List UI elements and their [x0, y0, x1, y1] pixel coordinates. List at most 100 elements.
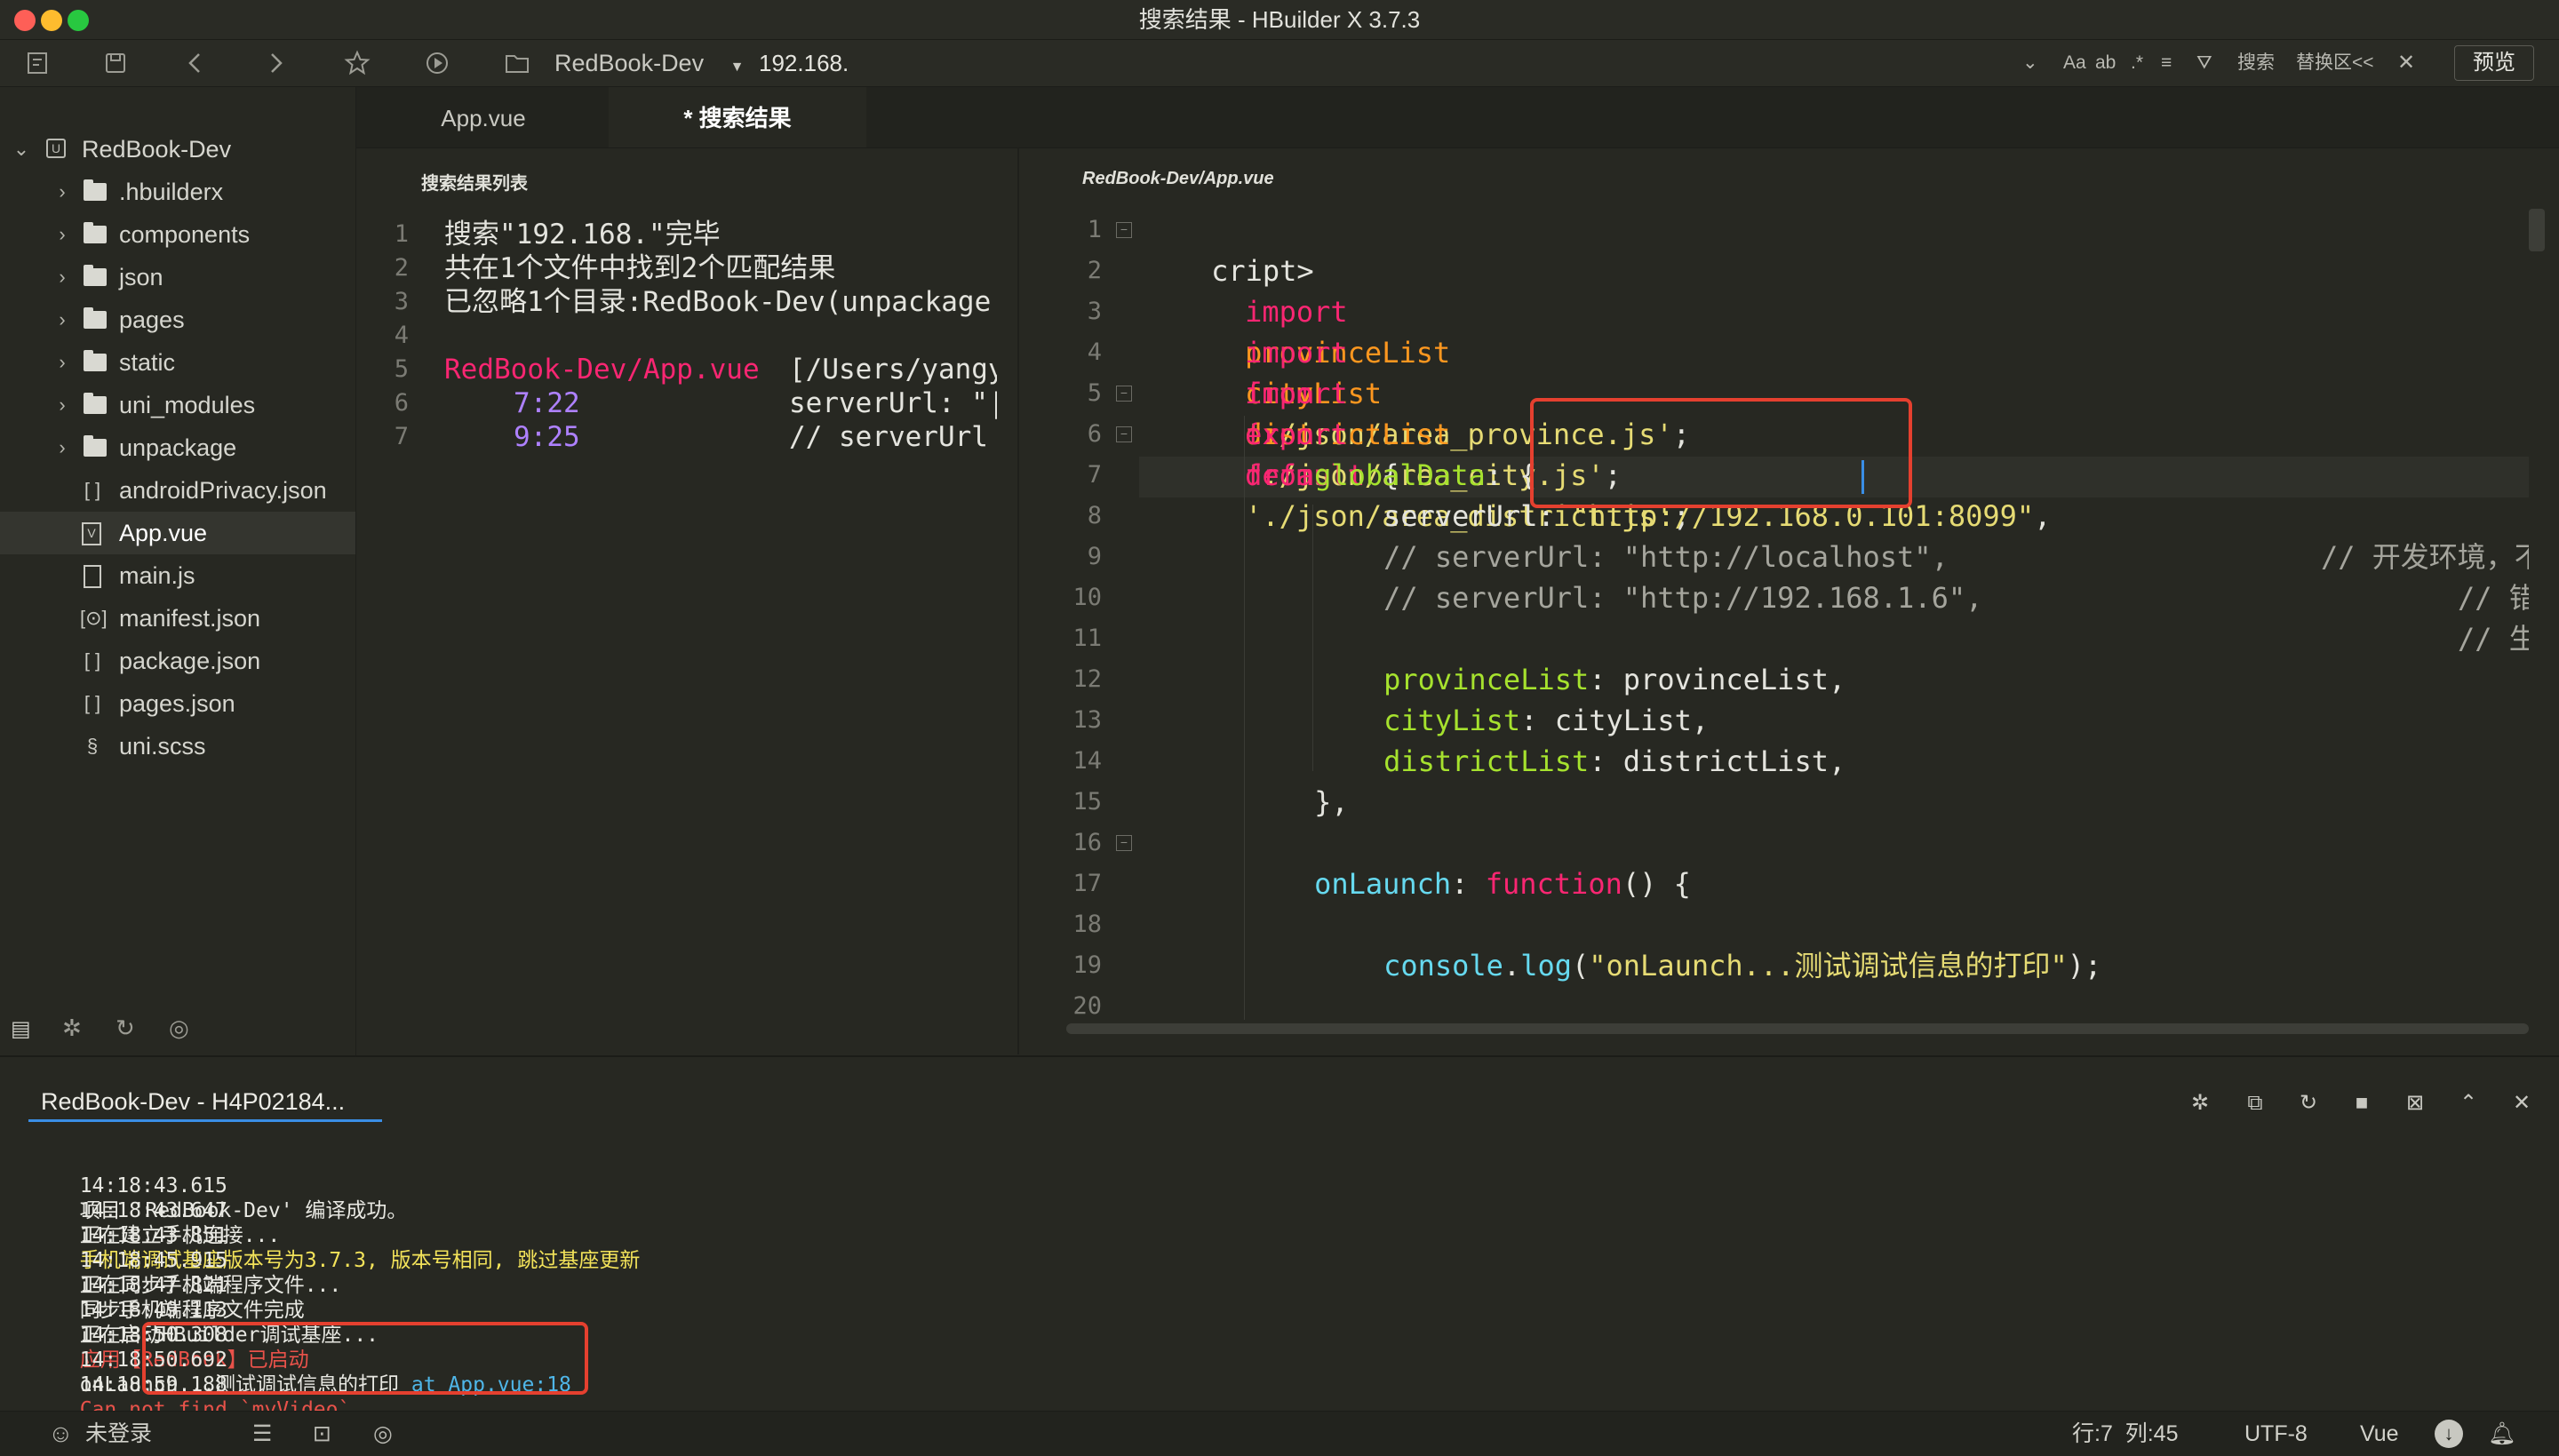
close-panel-icon[interactable]: ✕ — [2507, 1089, 2536, 1118]
code-token: ); — [2067, 949, 2102, 983]
json-file-icon: [ ] — [84, 692, 101, 714]
stop-icon[interactable]: ■ — [2348, 1089, 2376, 1118]
project-select[interactable]: RedBook-Dev ▼ — [554, 45, 744, 81]
filter-icon[interactable]: ⛛ — [2196, 51, 2212, 76]
fold-toggle-icon[interactable]: − — [1116, 222, 1132, 238]
list-icon[interactable]: ☰ — [252, 1412, 272, 1456]
bell-icon[interactable]: 🔔︎ — [2488, 1412, 2516, 1456]
language-mode[interactable]: Vue — [2360, 1412, 2399, 1456]
encoding[interactable]: UTF-8 — [2244, 1412, 2308, 1456]
code-token: , — [2034, 499, 2052, 533]
chevron-right-icon[interactable]: › — [53, 384, 71, 426]
json-file-icon: [ ] — [84, 479, 101, 501]
project-sidebar: ⌄ U RedBook-Dev › .hbuilderx › component… — [0, 87, 356, 1055]
whole-word-icon[interactable]: ab — [2095, 51, 2116, 76]
result-match-position[interactable]: 7:22 — [514, 386, 580, 420]
fold-toggle-icon[interactable]: − — [1116, 835, 1132, 851]
open-external-icon[interactable]: ⧉ — [2241, 1089, 2269, 1118]
code-line-2: import provinceList from './json/area_pr… — [1176, 251, 1690, 451]
sidebar-item-label: App.vue — [119, 520, 208, 546]
collapse-panel-icon[interactable]: ⌃ — [2454, 1089, 2483, 1118]
align-icon[interactable]: ≡ — [2161, 51, 2172, 76]
save-icon[interactable] — [100, 47, 132, 79]
line-number: 14 — [1072, 747, 1102, 775]
line-number: 6 — [1087, 420, 1102, 448]
code-token: : — [1451, 867, 1486, 901]
sidebar-item-uni-modules[interactable]: › uni_modules — [0, 384, 355, 426]
line-number: 1 — [1087, 216, 1102, 243]
sidebar-item-manifest-json[interactable]: [⊙] manifest.json — [0, 597, 355, 640]
chevron-right-icon[interactable]: › — [53, 171, 71, 213]
code-token: () { — [1622, 867, 1691, 901]
folder-icon — [84, 307, 107, 329]
sidebar-item-app-vue[interactable]: V App.vue — [0, 512, 355, 554]
fold-toggle-icon[interactable]: − — [1116, 426, 1132, 442]
sidebar-item-label: uni.scss — [119, 733, 206, 760]
chevron-right-icon[interactable]: › — [53, 256, 71, 298]
match-case-icon[interactable]: Aa — [2063, 51, 2086, 76]
tab-search-results[interactable]: * 搜索结果 — [609, 87, 866, 147]
line-number: 9 — [1087, 543, 1102, 570]
close-search-icon[interactable]: ✕ — [2397, 51, 2415, 76]
cursor-position[interactable]: 行:7 列:45 — [2072, 1412, 2179, 1456]
browser-icon[interactable]: ◎ — [373, 1412, 393, 1456]
search-input[interactable]: 192.168. — [759, 45, 849, 81]
chevron-right-icon[interactable]: › — [53, 341, 71, 384]
line-number: 4 — [1087, 338, 1102, 366]
preview-button[interactable]: 预览 — [2454, 45, 2534, 81]
fold-toggle-icon[interactable]: − — [1116, 386, 1132, 402]
line-number: 5 — [1087, 379, 1102, 407]
sidebar-item-json[interactable]: › json — [0, 256, 355, 298]
login-status[interactable]: 未登录 — [85, 1412, 152, 1456]
user-icon[interactable]: ☺ — [48, 1412, 74, 1456]
search-button[interactable]: 搜索 — [2237, 51, 2275, 76]
result-file-link[interactable]: RedBook-Dev/App.vue — [444, 353, 760, 386]
restart-icon[interactable]: ↻ — [2294, 1089, 2323, 1118]
browser-icon[interactable]: ◎ — [169, 1014, 189, 1042]
sidebar-item-package-json[interactable]: [ ] package.json — [0, 640, 355, 682]
run-icon[interactable] — [421, 47, 453, 79]
sidebar-item-pages[interactable]: › pages — [0, 298, 355, 341]
sidebar-item-label: uni_modules — [119, 392, 256, 418]
clear-console-icon[interactable]: ⊠ — [2401, 1089, 2429, 1118]
result-match-position[interactable]: 9:25 — [514, 420, 580, 454]
line-number: 10 — [1072, 584, 1102, 611]
chevron-down-icon[interactable]: ⌄ — [12, 128, 30, 171]
vertical-scrollbar[interactable] — [2529, 209, 2545, 251]
new-file-icon[interactable] — [21, 47, 53, 79]
sidebar-item-pages-json[interactable]: [ ] pages.json — [0, 682, 355, 725]
debug-icon[interactable]: ✲ — [62, 1014, 82, 1042]
replace-toggle-button[interactable]: 替换区<< — [2296, 51, 2374, 76]
horizontal-scrollbar[interactable] — [1066, 1023, 2529, 1034]
code-line-5: export default { — [1176, 373, 1399, 492]
project-manager-icon[interactable]: ▤ — [11, 1016, 37, 1041]
back-icon[interactable] — [179, 47, 211, 79]
star-icon[interactable] — [341, 47, 373, 79]
sidebar-item-uni-scss[interactable]: § uni.scss — [0, 725, 355, 768]
forward-icon[interactable] — [259, 47, 291, 79]
download-icon[interactable]: ↓ — [2435, 1420, 2463, 1448]
console-tab[interactable]: RedBook-Dev - H4P02184... — [41, 1084, 345, 1119]
sidebar-item-hbuilderx[interactable]: › .hbuilderx — [0, 171, 355, 213]
terminal-icon[interactable]: ⊡ — [313, 1412, 331, 1456]
chevron-down-icon[interactable]: ⌄ — [2022, 51, 2038, 76]
sidebar-item-static[interactable]: › static — [0, 341, 355, 384]
chevron-right-icon[interactable]: › — [53, 213, 71, 256]
source-control-icon[interactable]: ↻ — [116, 1014, 135, 1042]
line-number: 13 — [1072, 706, 1102, 734]
regex-icon[interactable]: .* — [2131, 51, 2143, 76]
sidebar-item-main-js[interactable]: main.js — [0, 554, 355, 597]
annotation-highlight-box — [1530, 398, 1912, 508]
code-area[interactable]: cript> import provinceList from './json/… — [1143, 210, 2529, 1023]
code-line-12: cityList: cityList, — [1315, 659, 1709, 737]
chevron-right-icon[interactable]: › — [53, 426, 71, 469]
sidebar-item-components[interactable]: › components — [0, 213, 355, 256]
tree-root[interactable]: ⌄ U RedBook-Dev — [0, 128, 355, 171]
sidebar-item-unpackage[interactable]: › unpackage — [0, 426, 355, 469]
debug-bug-icon[interactable]: ✲ — [2186, 1089, 2214, 1118]
code-token: ( — [1571, 949, 1590, 983]
code-line-4: import districtList from './json/area_di… — [1176, 332, 1690, 533]
chevron-right-icon[interactable]: › — [53, 298, 71, 341]
tab-app-vue[interactable]: App.vue — [390, 87, 577, 147]
sidebar-item-androidprivacy-json[interactable]: [ ] androidPrivacy.json — [0, 469, 355, 512]
